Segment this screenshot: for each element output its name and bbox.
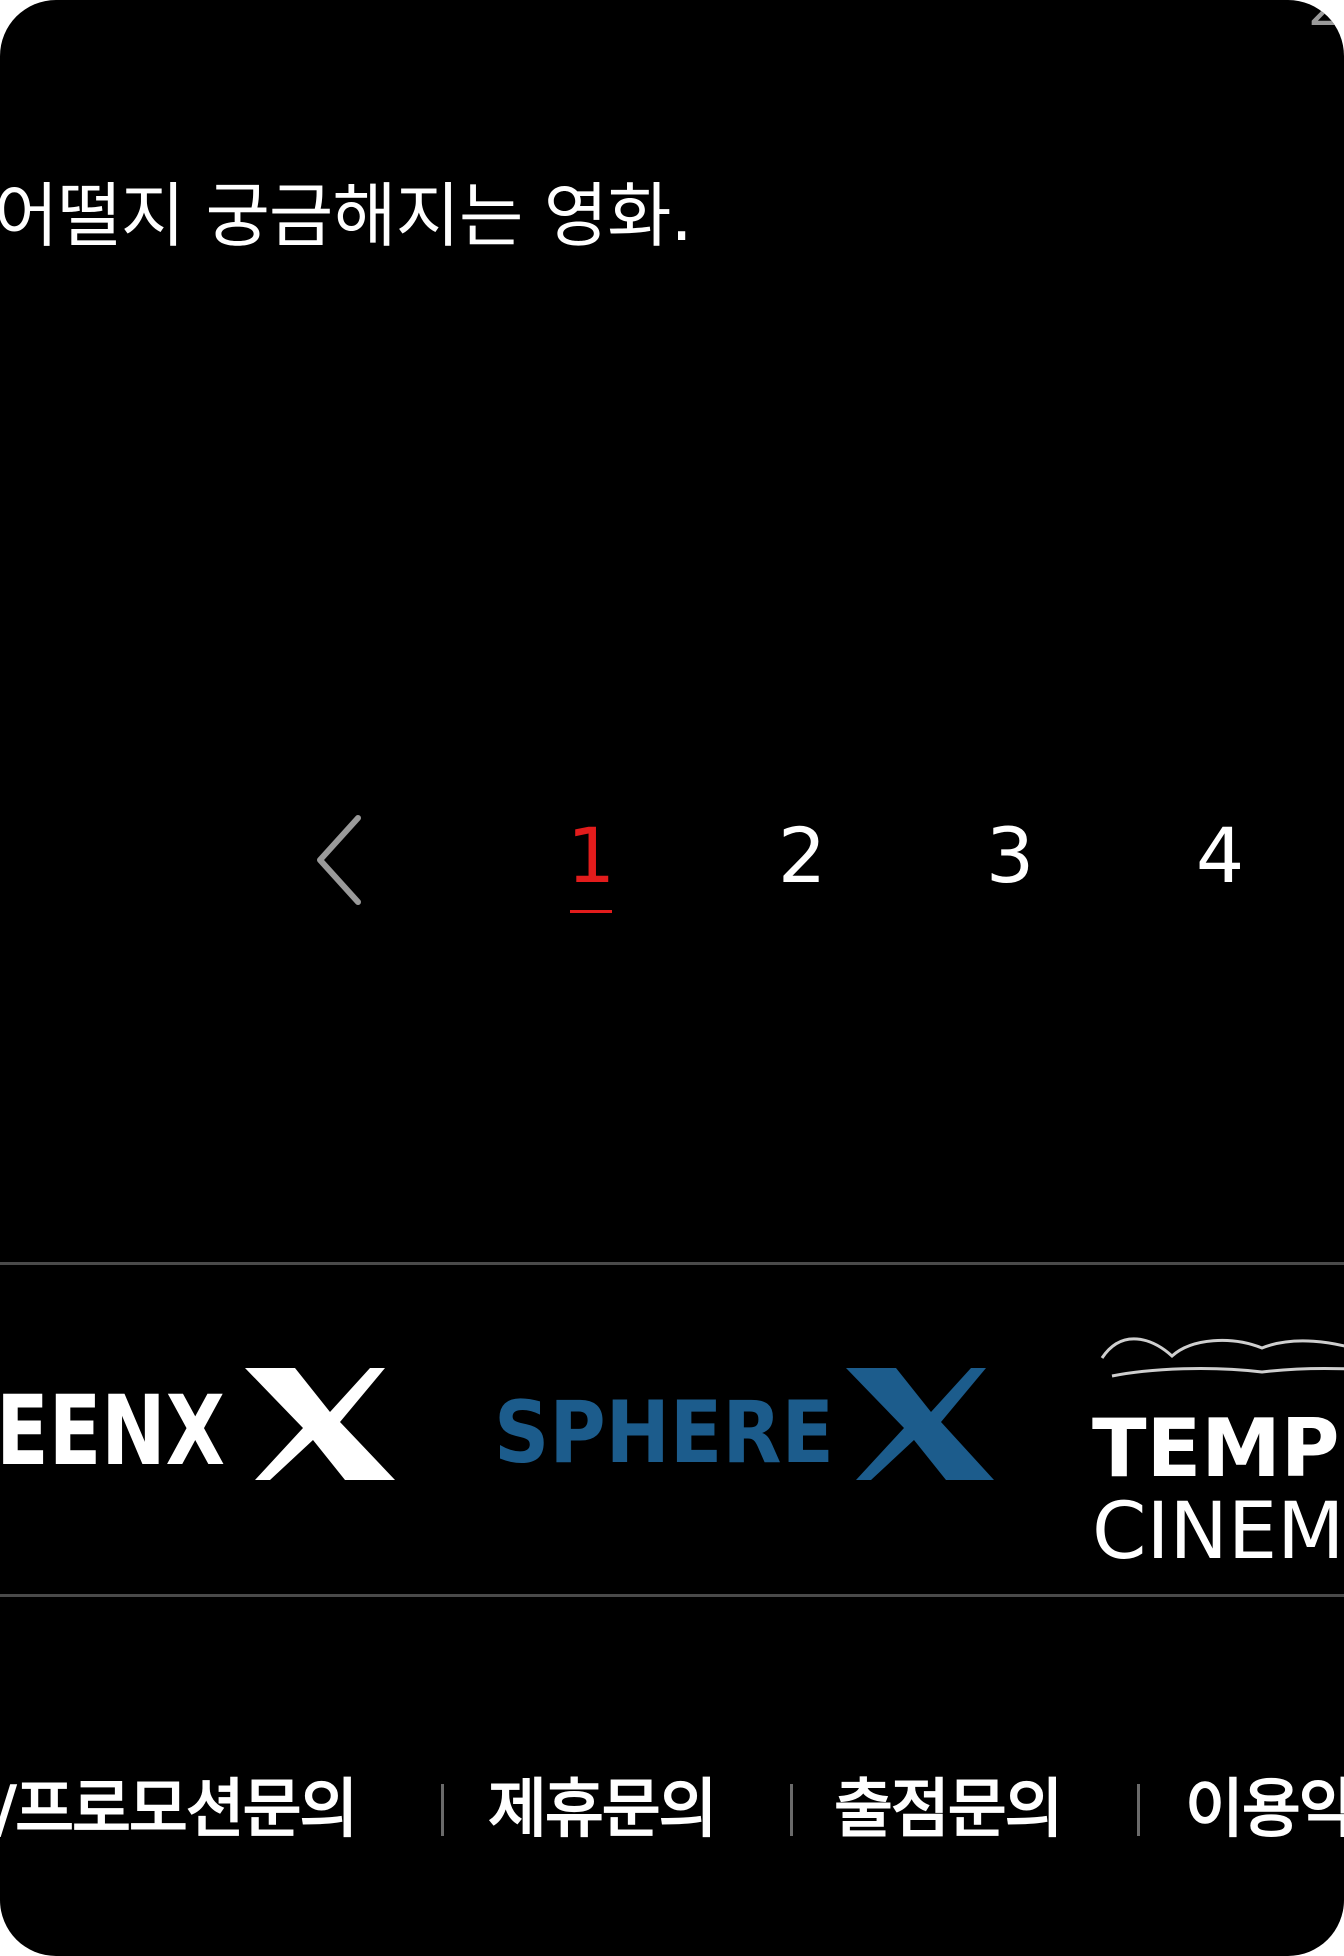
spherex-logo[interactable]: SPHERE: [494, 1368, 994, 1498]
chevron-left-icon[interactable]: [308, 810, 368, 910]
footer-separator: [1137, 1784, 1140, 1836]
brand-divider-top: [0, 1262, 1344, 1265]
spherex-logo-text: SPHERE: [494, 1383, 834, 1483]
page-3-button[interactable]: 3: [970, 808, 1050, 904]
active-page-underline: [570, 910, 612, 913]
footer-separator: [790, 1784, 793, 1836]
footer-separator: [441, 1784, 444, 1836]
page-2-button[interactable]: 2: [762, 808, 842, 904]
screen-frame: 20 어떨지 궁금해지는 영화. 1 2 3 4 SCREENX SPHERE: [0, 0, 1344, 1956]
footer-link-ad-promotion[interactable]: 광고/프로모션문의: [0, 1760, 358, 1860]
footer-link-terms[interactable]: 이용약관: [1185, 1760, 1344, 1860]
footer-link-partnership[interactable]: 제휴문의: [488, 1760, 718, 1860]
special-theater-brands: SCREENX SPHERE TEMPUR CINEMA: [0, 1268, 1344, 1598]
footer-links: 광고/프로모션문의 제휴문의 출점문의 이용약관: [0, 1760, 1344, 1860]
pagination: 1 2 3 4: [0, 800, 1344, 920]
footer-link-store-opening[interactable]: 출점문의: [834, 1760, 1064, 1860]
tempur-logo-line1: TEMPUR: [1092, 1402, 1344, 1495]
page-4-button[interactable]: 4: [1180, 808, 1260, 904]
screenx-logo[interactable]: SCREENX: [0, 1368, 395, 1498]
tempur-cinema-logo[interactable]: TEMPUR CINEMA: [1092, 1318, 1344, 1588]
movie-description: 어떨지 궁금해지는 영화.: [0, 175, 693, 257]
page-1-button[interactable]: 1: [551, 808, 631, 904]
brand-divider-bottom: [0, 1594, 1344, 1597]
screenx-logo-text: SCREENX: [0, 1375, 225, 1487]
tempur-logo-line2: CINEMA: [1092, 1487, 1344, 1577]
corner-text: 20: [1307, 0, 1344, 38]
